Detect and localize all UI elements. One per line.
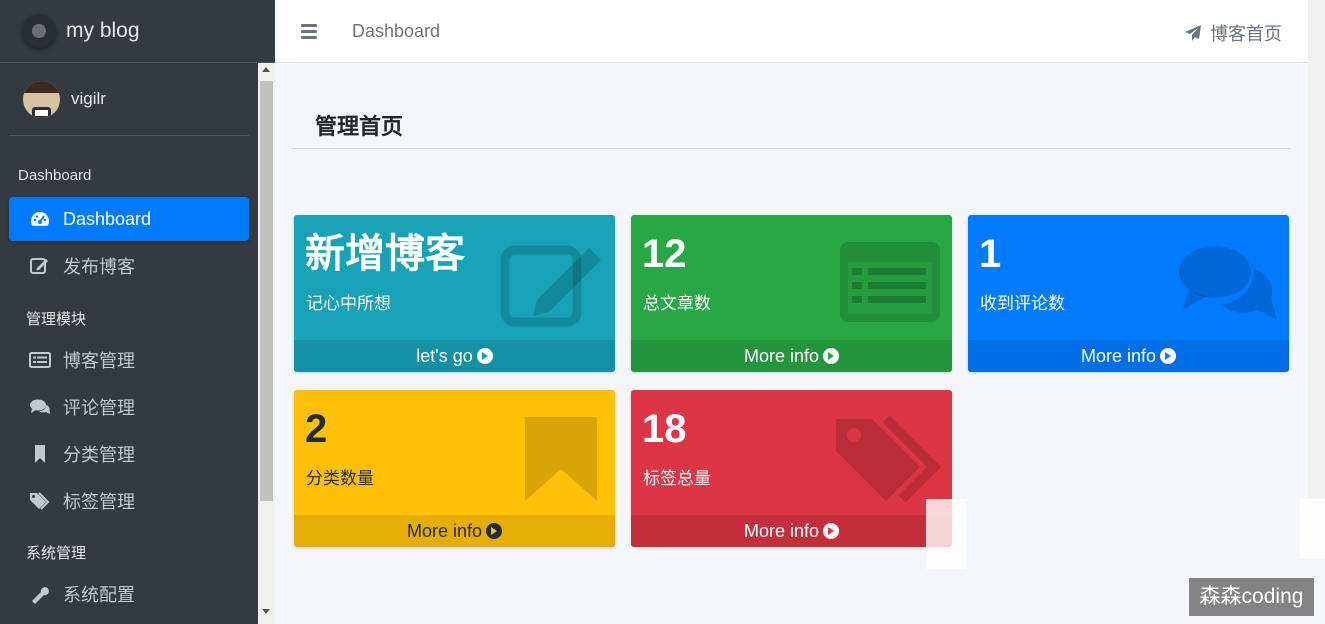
card-label: 标签总量 xyxy=(643,469,711,488)
tags-icon xyxy=(29,491,51,511)
scroll-down-icon[interactable] xyxy=(262,609,270,614)
arrow-circle-right-icon xyxy=(476,348,493,364)
arrow-circle-right-icon xyxy=(1160,348,1177,364)
page-scrollbar[interactable] xyxy=(1308,0,1325,498)
user-panel[interactable]: vigilr xyxy=(9,63,249,136)
card-footer-link[interactable]: let's go xyxy=(294,340,615,372)
bookmark-icon xyxy=(29,444,51,464)
sidebar-item-label: Dashboard xyxy=(63,208,152,229)
sidebar-item-category-manage[interactable]: 分类管理 xyxy=(9,432,249,476)
scrollbar-thumb[interactable] xyxy=(260,81,273,501)
bookmark-icon xyxy=(497,413,605,503)
comments-icon xyxy=(1171,238,1279,328)
card-footer-link[interactable]: More info xyxy=(968,340,1289,372)
sidebar-item-publish[interactable]: 发布博客 xyxy=(9,244,249,288)
watermark: 森森coding xyxy=(1189,578,1314,616)
sidebar-item-tag-manage[interactable]: 标签管理 xyxy=(9,479,249,523)
sidebar-item-label: 发布博客 xyxy=(63,257,135,277)
sidebar-item-dashboard[interactable]: Dashboard xyxy=(9,197,249,241)
sidebar-scroll-area: vigilr Dashboard Dashboard 发布博客 管理模块 博客管… xyxy=(0,63,258,624)
tags-icon xyxy=(834,413,942,503)
card-value: 18 xyxy=(642,407,687,451)
dashboard-icon xyxy=(29,209,51,229)
blog-home-label: 博客首页 xyxy=(1210,24,1282,44)
sidebar-item-blog-manage[interactable]: 博客管理 xyxy=(9,338,249,382)
card-footer-label: More info xyxy=(743,521,820,541)
edit-icon xyxy=(497,238,605,328)
blog-home-link[interactable]: 博客首页 xyxy=(1184,20,1282,46)
card-value: 新增博客 xyxy=(305,232,465,276)
sidebar-item-comment-manage[interactable]: 评论管理 xyxy=(9,385,249,429)
top-navbar: Dashboard 博客首页 xyxy=(275,0,1308,63)
sidebar-item-label: 分类管理 xyxy=(63,445,135,465)
watermark-fade xyxy=(926,499,966,569)
card-footer-label: More info xyxy=(406,521,483,541)
sidebar-item-label: 博客管理 xyxy=(63,351,135,371)
list-icon xyxy=(29,350,51,370)
brand-link[interactable]: my blog xyxy=(0,0,275,63)
card-label: 记心中所想 xyxy=(306,294,391,313)
arrow-circle-right-icon xyxy=(823,348,840,364)
sidebar-scrollbar[interactable] xyxy=(258,63,275,624)
card-footer-link[interactable]: More info xyxy=(631,340,952,372)
list-icon xyxy=(834,238,942,328)
nav-header-system: 系统管理 xyxy=(26,545,87,562)
card-value: 1 xyxy=(979,232,1002,276)
avatar xyxy=(23,80,60,118)
page-title: 管理首页 xyxy=(315,114,404,139)
card-total-posts: 12 总文章数 More info xyxy=(631,215,952,372)
card-value: 2 xyxy=(305,407,328,451)
card-footer-label: More info xyxy=(743,346,820,366)
nav-header-modules: 管理模块 xyxy=(26,311,87,328)
user-name: vigilr xyxy=(71,89,106,108)
card-tag-total: 18 标签总量 More info xyxy=(631,390,952,547)
card-footer-label: More info xyxy=(1080,346,1157,366)
sidebar-item-label: 系统配置 xyxy=(63,585,135,605)
arrow-circle-right-icon xyxy=(823,523,840,539)
card-label: 总文章数 xyxy=(643,294,711,313)
brand-logo-icon xyxy=(22,14,56,48)
watermark-fade xyxy=(1300,499,1325,559)
comments-icon xyxy=(29,397,51,417)
card-footer-link[interactable]: More info xyxy=(294,515,615,547)
wrench-icon xyxy=(29,584,51,604)
scroll-up-icon[interactable] xyxy=(262,67,270,72)
sidebar-item-label: 评论管理 xyxy=(63,398,135,418)
card-footer-label: let's go xyxy=(416,346,473,366)
edit-icon xyxy=(29,256,51,276)
paper-plane-icon xyxy=(1185,25,1201,41)
card-label: 收到评论数 xyxy=(980,294,1065,313)
sidebar-item-label: 标签管理 xyxy=(63,492,135,512)
card-new-blog: 新增博客 记心中所想 let's go xyxy=(294,215,615,372)
arrow-circle-right-icon xyxy=(486,523,503,539)
card-category-count: 2 分类数量 More info xyxy=(294,390,615,547)
menu-toggle-icon[interactable] xyxy=(301,24,317,39)
card-value: 12 xyxy=(642,232,687,276)
nav-header-dashboard: Dashboard xyxy=(18,167,92,184)
sidebar: my blog vigilr Dashboard Dashboard 发布博客 … xyxy=(0,0,275,624)
card-label: 分类数量 xyxy=(306,469,374,488)
card-comments-received: 1 收到评论数 More info xyxy=(968,215,1289,372)
sidebar-item-system-config[interactable]: 系统配置 xyxy=(9,572,249,616)
brand-name: my blog xyxy=(66,19,140,42)
breadcrumb[interactable]: Dashboard xyxy=(352,21,440,42)
card-footer-link[interactable]: More info xyxy=(631,515,952,547)
title-divider xyxy=(292,148,1291,149)
